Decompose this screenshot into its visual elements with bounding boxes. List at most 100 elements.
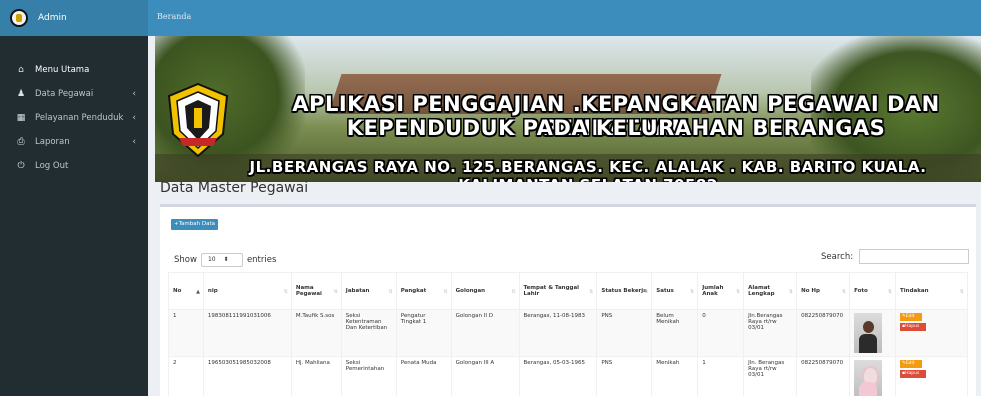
chevron-left-icon: ‹ [132,113,136,123]
cell-satus: Belum Menikah [651,309,699,357]
cell-golongan: Golongan III A [450,356,520,396]
cell-ttl: Berangas, 11-08-1983 [518,309,598,357]
home-icon: ⌂ [18,65,24,75]
column-header[interactable]: Alamat Lengkap ⇅ [743,272,798,310]
cell-status-bekerja: PNS [596,356,653,396]
sidebar-item-label: Data Pegawai [35,89,94,99]
brand-name: Admin [38,13,67,23]
column-header[interactable]: Status Bekerja ⇅ [596,272,653,310]
add-data-button[interactable]: +Tambah Data [171,219,219,230]
sidebar-item-label: Pelayanan Penduduk [35,113,124,123]
sidebar-item-label: Laporan [35,137,70,147]
column-header[interactable]: Nama Pegawai ⇅ [290,272,342,310]
table-icon: ▦ [16,113,26,123]
power-icon: ⏻ [17,161,25,171]
sidebar-menu: ⌂ Menu Utama ♟ Data Pegawai ‹ ▦ Pelayana… [0,58,148,178]
sort-icon: ⇅ [333,289,338,295]
cell-jabatan: Seksi Ketentraman Dan Ketertiban [340,309,397,357]
table-header-row: No ▲ nip ⇅ Nama Pegawai ⇅ Jabatan ⇅ Pangkat ⇅… [168,272,968,310]
column-header[interactable]: Tindakan ⇅ [895,272,968,310]
delete-button[interactable]: ▪Hapus [900,323,927,331]
sidebar-item-laporan[interactable]: ⎙ Laporan ‹ [0,130,148,154]
search-input[interactable] [859,249,970,264]
employee-photo [854,313,883,353]
sort-icon: ⇅ [589,289,594,295]
sort-icon: ⇅ [511,289,516,295]
cell-jumlah-anak: 0 [697,309,745,357]
search-label: Search: [821,251,854,262]
edit-button[interactable]: ✎Edit [900,313,923,321]
employee-photo [854,360,883,396]
sidebar: Admin ⌂ Menu Utama ♟ Data Pegawai ‹ ▦ Pe… [0,0,148,396]
entries-select-value: 10 [207,256,216,263]
cell-golongan: Golongan II D [450,309,520,357]
column-header[interactable]: No Hp ⇅ [796,272,851,310]
column-header[interactable]: Satus ⇅ [651,272,699,310]
print-icon: ⎙ [17,137,25,147]
column-header[interactable]: Tempat & Tanggal Lahir ⇅ [518,272,598,310]
sort-icon: ⇅ [841,289,847,295]
banner-title-line2: KEPENDUDUK PADA KELURAHAN BERANGAS [346,116,886,140]
entries-select[interactable]: 10 ⬍ [200,253,243,267]
cell-status-bekerja: PNS [596,309,653,357]
column-header[interactable]: Golongan ⇅ [450,272,520,310]
chevron-left-icon: ‹ [132,137,136,147]
data-table: No ▲ nip ⇅ Nama Pegawai ⇅ Jabatan ⇅ Pangkat ⇅… [168,272,968,396]
brand[interactable]: Admin [0,0,148,36]
cell-nip: 198308111991031006 [202,309,292,357]
table-row: 2 196503051985032008 Hj. Mahliana Seksi … [168,356,968,396]
cell-ttl: Berangas, 05-03-1965 [518,356,598,396]
column-header[interactable]: nip ⇅ [202,272,292,310]
cell-jabatan: Seksi Pemerintahan [340,356,397,396]
cell-hp: 082250879070 [796,309,851,357]
search-control: Search: [821,249,970,264]
regency-emblem-icon [167,82,229,158]
sidebar-item-data-pegawai[interactable]: ♟ Data Pegawai ‹ [0,82,148,106]
sort-icon: ⇅ [388,289,393,295]
cell-alamat: Jln. Berangas Raya rt/rw 03/01 [743,356,798,396]
column-header[interactable]: Jabatan ⇅ [340,272,397,310]
cell-pangkat: Pengatur Tingkat 1 [395,309,452,357]
sort-icon: ⇅ [959,289,964,295]
cell-nama: M.Taufik S.sos [290,309,342,357]
cell-tindakan: ✎Edit ▪Hapus [895,356,968,396]
sort-icon: ⇅ [690,289,695,295]
sidebar-item-log-out[interactable]: ⏻ Log Out [0,154,148,178]
cell-nama: Hj. Mahliana [290,356,342,396]
cell-pangkat: Penata Muda [395,356,452,396]
cell-tindakan: ✎Edit ▪Hapus [895,309,968,357]
cell-nip: 196503051985032008 [202,356,292,396]
sort-icon: ⇅ [283,289,288,295]
sort-icon: ⇅ [735,289,741,295]
column-header[interactable]: Jumlah Anak ⇅ [697,272,745,310]
user-icon: ♟ [16,89,26,99]
table-row: 1 198308111991031006 M.Taufik S.sos Seks… [168,309,968,357]
cell-no: 2 [168,356,204,396]
sort-asc-icon: ▲ [196,289,200,295]
column-header[interactable]: Foto ⇅ [849,272,897,310]
sidebar-item-label: Log Out [35,161,69,171]
sidebar-item-pelayanan-penduduk[interactable]: ▦ Pelayanan Penduduk ‹ [0,106,148,130]
entries-label: entries [246,255,277,265]
sidebar-item-label: Menu Utama [35,65,90,75]
cell-satus: Menikah [651,356,699,396]
show-label: Show [174,255,197,265]
length-control: Show 10 ⬍ entries [174,253,276,267]
sort-icon: ⇅ [887,289,893,295]
sidebar-item-menu-utama[interactable]: ⌂ Menu Utama [0,58,148,82]
cell-foto [849,356,897,396]
content-box: +Tambah Data Show 10 ⬍ entries Search: N… [160,204,976,396]
topbar: Beranda [148,0,981,36]
select-arrows-icon: ⬍ [223,256,229,263]
delete-button[interactable]: ▪Hapus [900,370,927,378]
edit-button[interactable]: ✎Edit [900,360,923,368]
sort-icon: ⇅ [443,289,448,295]
cell-jumlah-anak: 1 [697,356,745,396]
banner-address: JL.BERANGAS RAYA NO. 125.BERANGAS. KEC. … [249,158,927,182]
sort-icon: ⇅ [788,289,794,295]
breadcrumb[interactable]: Beranda [157,12,191,21]
cell-foto [849,309,897,357]
column-header[interactable]: No ▲ [168,272,204,310]
chevron-left-icon: ‹ [132,89,136,99]
column-header[interactable]: Pangkat ⇅ [395,272,452,310]
